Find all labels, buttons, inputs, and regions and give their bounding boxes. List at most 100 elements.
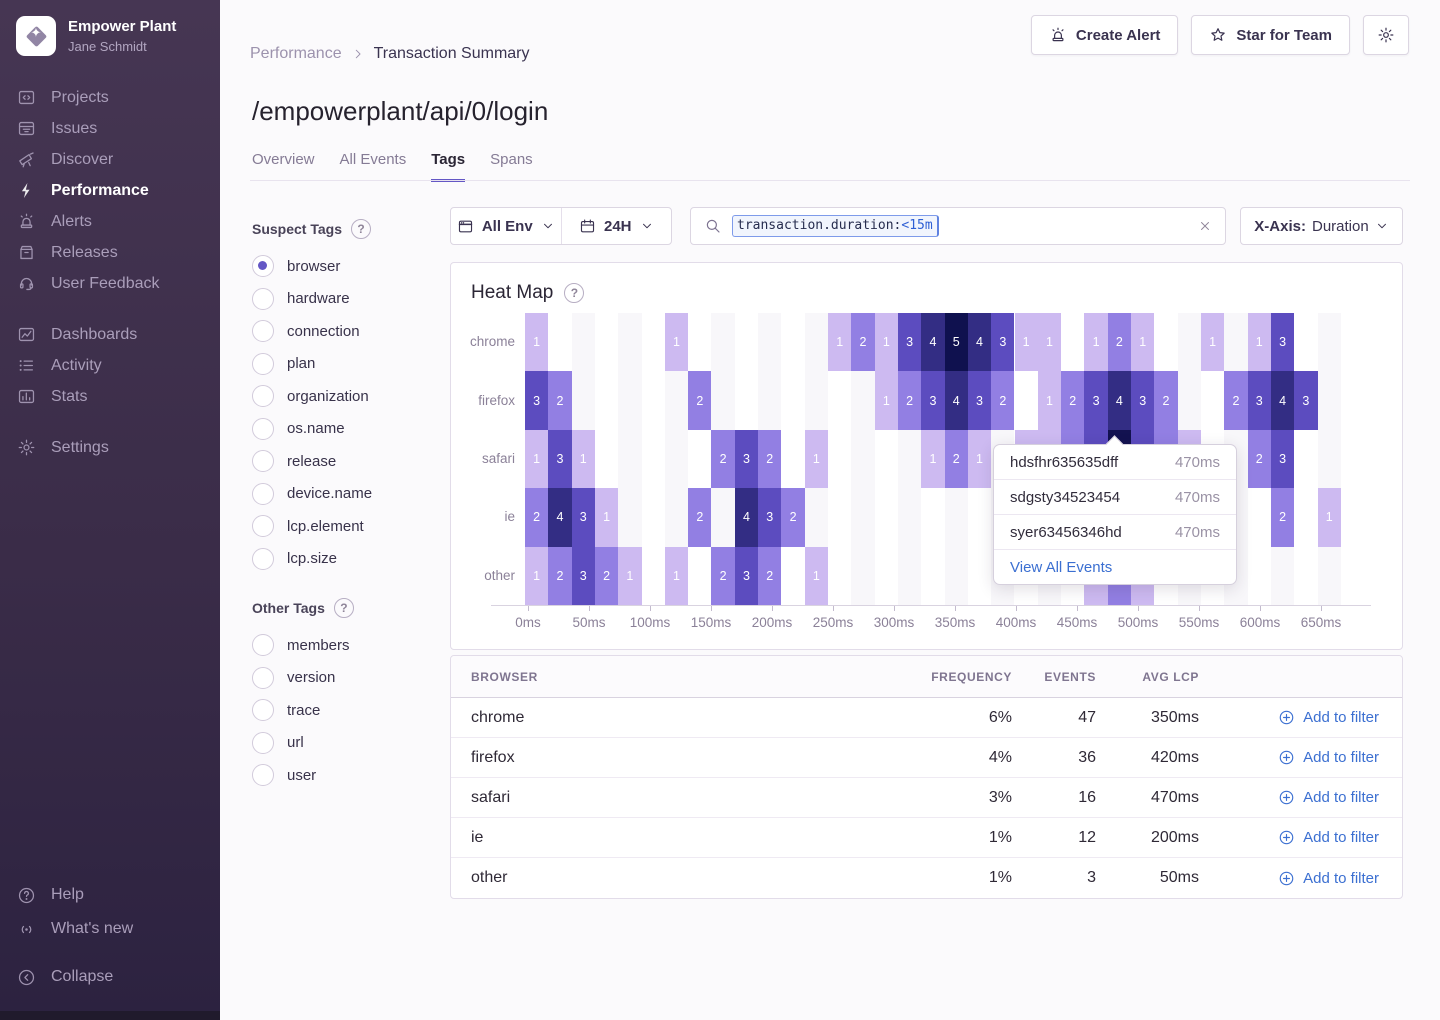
tab-all-events[interactable]: All Events [340, 151, 407, 182]
heatmap-cell-ie-34[interactable]: 1 [1318, 488, 1341, 546]
tag-option-url[interactable]: url [252, 732, 447, 754]
create-alert-button[interactable]: Create Alert [1031, 15, 1178, 55]
radio-unselected[interactable] [252, 353, 274, 375]
tab-spans[interactable]: Spans [490, 151, 533, 182]
heatmap-cell-chrome-32[interactable]: 3 [1271, 313, 1294, 371]
heatmap-cell-chrome-18[interactable]: 5 [945, 313, 968, 371]
tag-option-plan[interactable]: plan [252, 353, 447, 375]
heatmap-cell-chrome-16[interactable]: 3 [898, 313, 921, 371]
heatmap-cell-firefox-17[interactable]: 3 [921, 371, 944, 429]
tag-option-trace[interactable]: trace [252, 699, 447, 721]
heatmap-cell-chrome-26[interactable]: 1 [1131, 313, 1154, 371]
heatmap-cell-safari-0[interactable]: 1 [525, 430, 548, 488]
heatmap-cell-other-8[interactable]: 2 [711, 547, 734, 605]
heatmap-cell-firefox-18[interactable]: 4 [945, 371, 968, 429]
heatmap-cell-ie-11[interactable]: 2 [781, 488, 804, 546]
heatmap-cell-firefox-33[interactable]: 3 [1294, 371, 1317, 429]
sidebar-item-issues[interactable]: Issues [0, 113, 220, 144]
tag-option-hardware[interactable]: hardware [252, 288, 447, 310]
radio-unselected[interactable] [252, 634, 274, 656]
heatmap-cell-ie-32[interactable]: 2 [1271, 488, 1294, 546]
heatmap-cell-safari-31[interactable]: 2 [1248, 430, 1271, 488]
radio-unselected[interactable] [252, 418, 274, 440]
heatmap-cell-firefox-0[interactable]: 3 [525, 371, 548, 429]
heatmap-cell-other-2[interactable]: 3 [572, 547, 595, 605]
tooltip-event-row[interactable]: syer63456346hd470ms [994, 515, 1236, 550]
search-bar[interactable]: transaction.duration:<15m [690, 207, 1226, 245]
heatmap-cell-firefox-31[interactable]: 3 [1248, 371, 1271, 429]
heatmap-cell-chrome-24[interactable]: 1 [1084, 313, 1107, 371]
heatmap-cell-firefox-26[interactable]: 3 [1131, 371, 1154, 429]
radio-unselected[interactable] [252, 450, 274, 472]
heatmap-cell-ie-3[interactable]: 1 [595, 488, 618, 546]
tab-tags[interactable]: Tags [431, 151, 465, 182]
question-icon[interactable]: ? [351, 219, 371, 239]
tooltip-event-row[interactable]: sdgsty34523454470ms [994, 480, 1236, 515]
heatmap-cell-other-0[interactable]: 1 [525, 547, 548, 605]
heatmap-cell-ie-2[interactable]: 3 [572, 488, 595, 546]
question-icon[interactable]: ? [564, 283, 584, 303]
radio-unselected[interactable] [252, 288, 274, 310]
environment-dropdown[interactable]: All Env [451, 208, 561, 244]
heatmap-cell-chrome-22[interactable]: 1 [1038, 313, 1061, 371]
heatmap-cell-firefox-27[interactable]: 2 [1154, 371, 1177, 429]
heatmap-cell-safari-10[interactable]: 2 [758, 430, 781, 488]
heatmap-cell-ie-7[interactable]: 2 [688, 488, 711, 546]
heatmap-cell-firefox-30[interactable]: 2 [1224, 371, 1247, 429]
sidebar-item-help[interactable]: Help [0, 878, 220, 912]
heatmap-cell-other-1[interactable]: 2 [548, 547, 571, 605]
heatmap-cell-chrome-14[interactable]: 2 [851, 313, 874, 371]
heatmap-cell-firefox-23[interactable]: 2 [1061, 371, 1084, 429]
radio-unselected[interactable] [252, 515, 274, 537]
heatmap-cell-safari-18[interactable]: 2 [945, 430, 968, 488]
add-to-filter-button[interactable]: Add to filter [1199, 829, 1379, 846]
radio-unselected[interactable] [252, 320, 274, 342]
clear-search-icon[interactable] [1198, 219, 1212, 233]
time-range-dropdown[interactable]: 24H [561, 208, 672, 244]
tag-option-version[interactable]: version [252, 667, 447, 689]
star-for-team-button[interactable]: Star for Team [1191, 15, 1350, 55]
sidebar-item-releases[interactable]: Releases [0, 237, 220, 268]
tag-option-device-name[interactable]: device.name [252, 483, 447, 505]
heatmap-cell-chrome-31[interactable]: 1 [1248, 313, 1271, 371]
settings-button[interactable] [1363, 15, 1409, 55]
radio-unselected[interactable] [252, 483, 274, 505]
heatmap-cell-safari-32[interactable]: 3 [1271, 430, 1294, 488]
tab-overview[interactable]: Overview [252, 151, 315, 182]
heatmap-cell-chrome-25[interactable]: 2 [1108, 313, 1131, 371]
sidebar-item-activity[interactable]: Activity [0, 350, 220, 381]
sidebar-item-performance[interactable]: Performance [0, 175, 220, 206]
radio-selected[interactable] [252, 255, 274, 277]
heatmap-cell-ie-10[interactable]: 3 [758, 488, 781, 546]
heatmap-cell-safari-19[interactable]: 1 [968, 430, 991, 488]
tag-option-os-name[interactable]: os.name [252, 418, 447, 440]
add-to-filter-button[interactable]: Add to filter [1199, 709, 1379, 726]
xaxis-dropdown[interactable]: X-Axis: Duration [1240, 207, 1403, 245]
heatmap-cell-other-4[interactable]: 1 [618, 547, 641, 605]
heatmap-cell-safari-1[interactable]: 3 [548, 430, 571, 488]
heatmap-cell-firefox-20[interactable]: 2 [991, 371, 1014, 429]
heatmap-cell-chrome-20[interactable]: 3 [991, 313, 1014, 371]
sidebar-item-stats[interactable]: Stats [0, 381, 220, 412]
heatmap-cell-other-12[interactable]: 1 [805, 547, 828, 605]
tag-option-release[interactable]: release [252, 450, 447, 472]
tag-option-lcp-element[interactable]: lcp.element [252, 515, 447, 537]
question-icon[interactable]: ? [334, 598, 354, 618]
org-switcher[interactable]: ✦ Empower Plant Jane Schmidt [0, 0, 220, 70]
heatmap-cell-safari-9[interactable]: 3 [735, 430, 758, 488]
heatmap-cell-ie-1[interactable]: 4 [548, 488, 571, 546]
heatmap-cell-firefox-24[interactable]: 3 [1084, 371, 1107, 429]
heatmap-cell-chrome-6[interactable]: 1 [665, 313, 688, 371]
sidebar-item-projects[interactable]: Projects [0, 82, 220, 113]
add-to-filter-button[interactable]: Add to filter [1199, 870, 1379, 887]
tag-option-connection[interactable]: connection [252, 320, 447, 342]
heatmap-cell-other-9[interactable]: 3 [735, 547, 758, 605]
heatmap-cell-safari-12[interactable]: 1 [805, 430, 828, 488]
heatmap-cell-chrome-15[interactable]: 1 [875, 313, 898, 371]
heatmap-cell-safari-17[interactable]: 1 [921, 430, 944, 488]
radio-unselected[interactable] [252, 667, 274, 689]
add-to-filter-button[interactable]: Add to filter [1199, 789, 1379, 806]
heatmap-cell-firefox-22[interactable]: 1 [1038, 371, 1061, 429]
view-all-events-link[interactable]: View All Events [994, 550, 1236, 584]
tag-option-user[interactable]: user [252, 764, 447, 786]
